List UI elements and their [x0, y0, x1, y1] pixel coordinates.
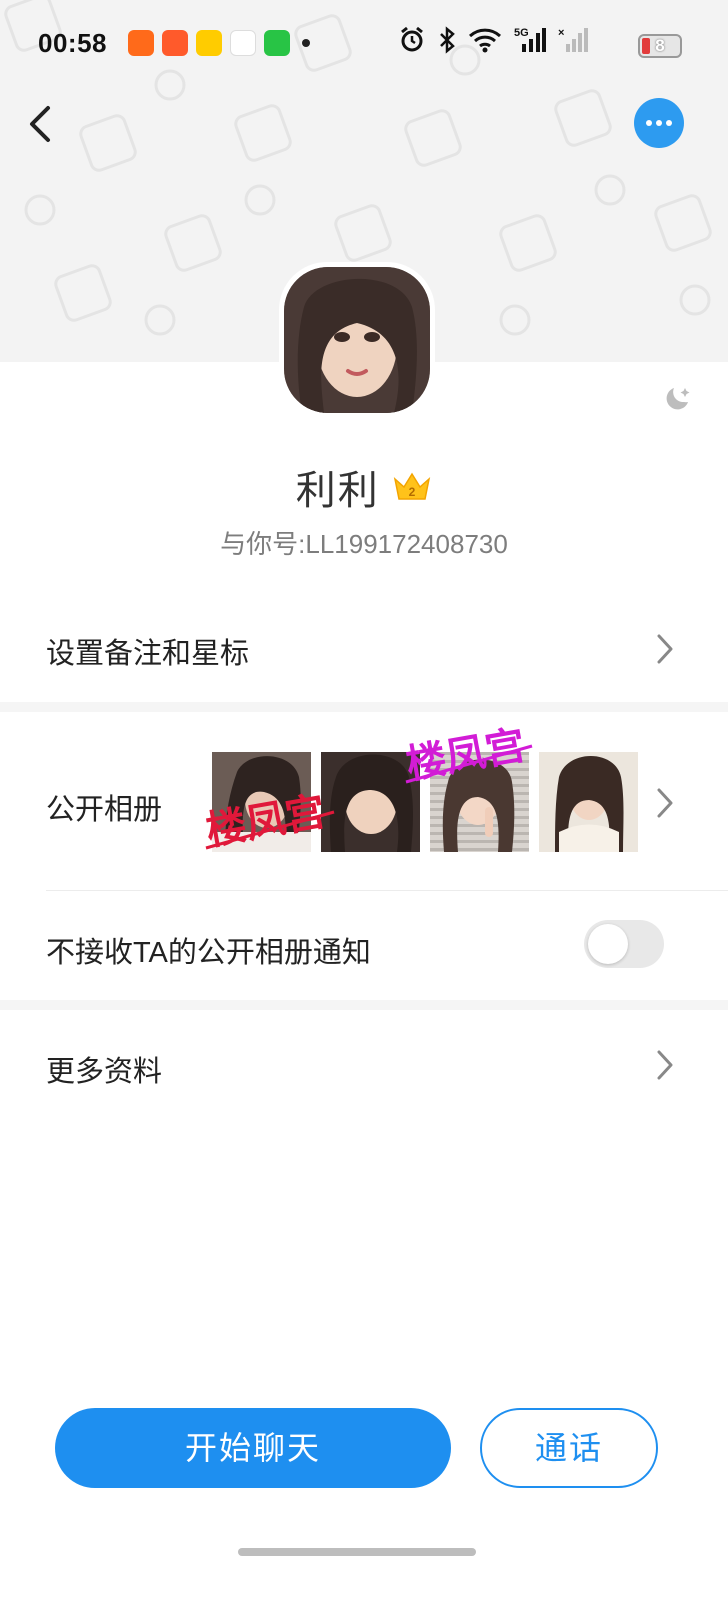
public-album-label: 公开相册 [46, 794, 163, 826]
more-options-button[interactable] [634, 98, 684, 148]
section-divider [0, 1000, 728, 1010]
qimao-icon [196, 30, 222, 56]
album-thumbnails[interactable] [212, 752, 640, 852]
status-bar: 00:58 5G × 8 [0, 18, 728, 70]
svg-text:×: × [558, 27, 564, 39]
svg-text:5G: 5G [514, 27, 529, 39]
signal-no-sim-icon: × [558, 27, 588, 52]
profile-uid: 与你号:LL199172408730 [220, 529, 508, 559]
more-dots-icon [646, 120, 652, 126]
chevron-left-icon [30, 106, 50, 142]
toggle-knob [588, 924, 628, 964]
album-thumbnail[interactable] [212, 752, 311, 852]
wechat-mini-icon [264, 30, 290, 56]
more-notifications-dot [302, 39, 310, 47]
remark-star-row[interactable]: 设置备注和星标 [0, 600, 728, 700]
wifi-icon [468, 28, 502, 53]
section-divider [0, 702, 728, 712]
avatar-frame[interactable] [279, 262, 435, 418]
profile-name-row: 利利 2 [0, 458, 728, 516]
signal-5g-icon: 5G [514, 27, 546, 52]
album-thumbnail[interactable] [430, 752, 529, 852]
start-chat-button[interactable]: 开始聊天 [55, 1408, 451, 1488]
battery-level: 8 [655, 36, 665, 55]
album-thumbnail[interactable] [539, 752, 638, 852]
app-icon [162, 30, 188, 56]
sohu-news-icon [230, 30, 256, 56]
chevron-right-icon [657, 788, 673, 818]
avatar-portrait [284, 267, 430, 413]
badge-level: 2 [409, 485, 416, 499]
back-button[interactable] [22, 100, 62, 150]
taobao-icon [128, 30, 154, 56]
notification-icons [128, 30, 310, 56]
system-icons: 5G × [398, 26, 588, 54]
chevron-right-icon [657, 634, 673, 664]
profile-name: 利利 [295, 469, 380, 513]
more-info-label: 更多资料 [46, 1056, 163, 1088]
bluetooth-icon [440, 26, 455, 54]
night-mode-icon[interactable] [664, 384, 692, 412]
album-notify-toggle[interactable] [584, 920, 664, 968]
avatar [284, 267, 430, 413]
profile-screen: 00:58 5G × 8 利利 2 与你号:LL199172408730 设置备… [0, 0, 728, 1600]
battery-indicator: 8 [638, 34, 682, 58]
more-info-row[interactable]: 更多资料 [0, 1010, 728, 1120]
call-button[interactable]: 通话 [480, 1408, 658, 1488]
battery-fill [642, 38, 650, 54]
chevron-right-icon [657, 1050, 673, 1080]
album-thumbnail[interactable] [321, 752, 420, 852]
home-indicator[interactable] [238, 1548, 476, 1556]
status-time: 00:58 [38, 28, 107, 58]
remark-star-label: 设置备注和星标 [46, 638, 250, 670]
alarm-icon [401, 26, 423, 52]
album-notify-label: 不接收TA的公开相册通知 [46, 937, 371, 969]
crown-level-badge-icon: 2 [394, 472, 431, 500]
